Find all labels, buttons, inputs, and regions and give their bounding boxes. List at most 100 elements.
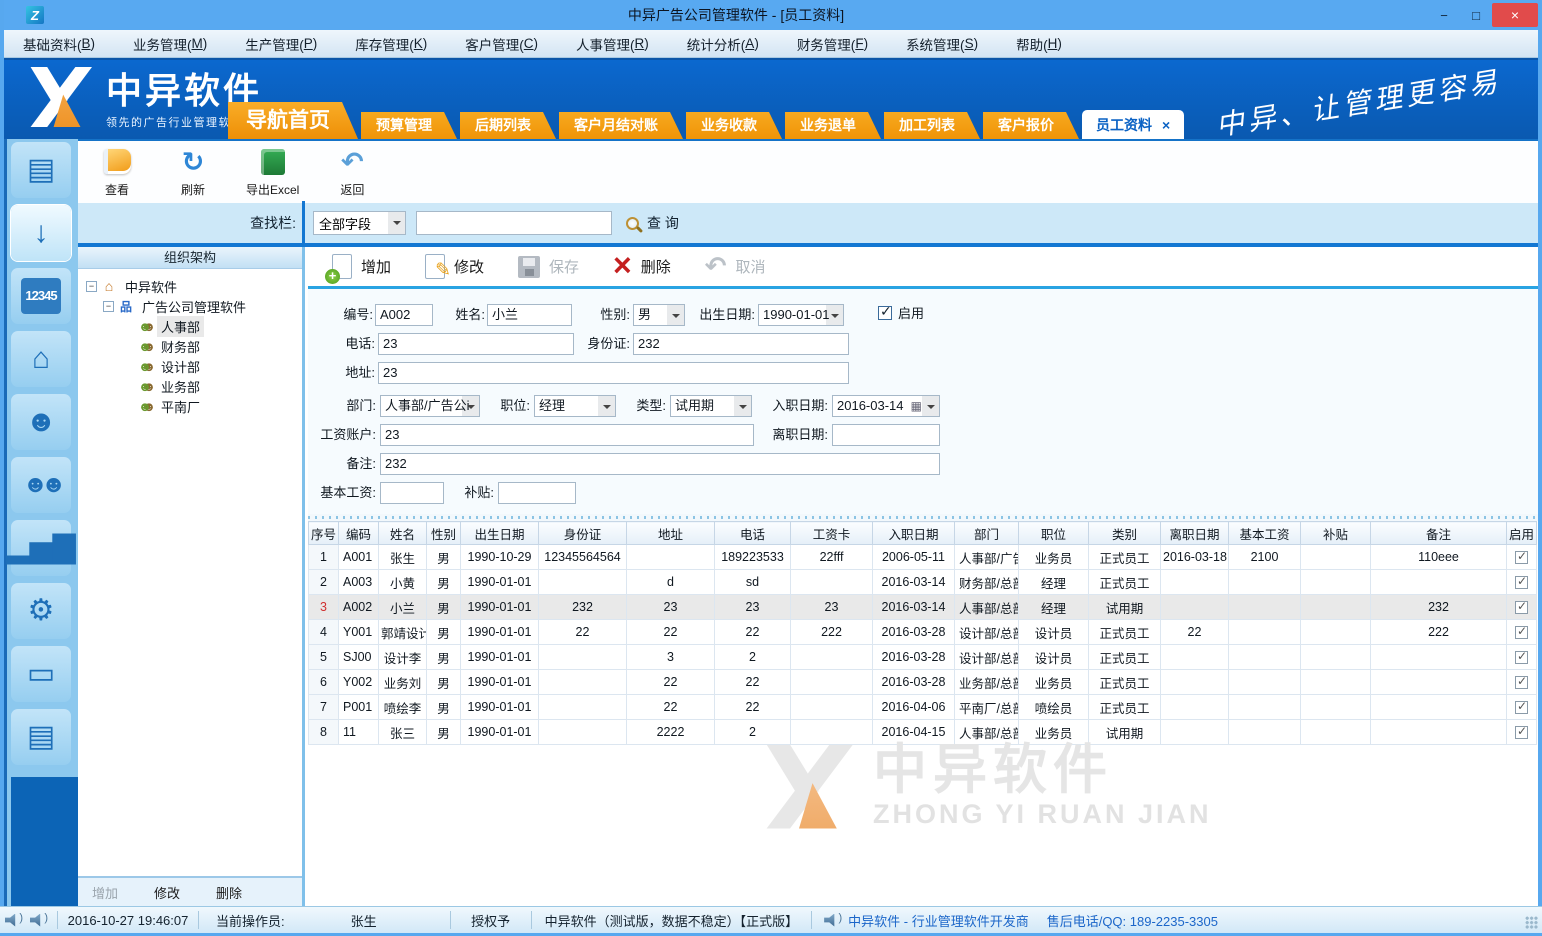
- column-header[interactable]: 电话: [715, 522, 791, 545]
- column-header[interactable]: 出生日期: [461, 522, 539, 545]
- splitter-handle[interactable]: [308, 514, 1542, 521]
- table-row[interactable]: 4Y001郭靖设计男1990-01-012222222222016-03-28设…: [309, 620, 1537, 645]
- search-field-select[interactable]: 全部字段: [313, 211, 406, 235]
- column-header[interactable]: 姓名: [379, 522, 427, 545]
- phone-field[interactable]: 23: [378, 333, 574, 355]
- tree-item[interactable]: −⌂中异软件: [78, 276, 302, 296]
- sidebar-calculator-icon[interactable]: 12345: [11, 268, 71, 324]
- idcard-field[interactable]: 232: [633, 333, 849, 355]
- menu-item[interactable]: 业务管理(M): [114, 30, 226, 57]
- sidebar-stats-chart-icon[interactable]: ▂▅▇: [11, 520, 71, 576]
- checkbox-checked-icon[interactable]: [1515, 726, 1528, 739]
- record-add-doc-button[interactable]: 增加: [332, 254, 391, 279]
- toolbar-excel-button[interactable]: 导出Excel: [246, 147, 299, 198]
- tree-footer-button[interactable]: 修改: [154, 883, 180, 902]
- menu-item[interactable]: 财务管理(F): [778, 30, 887, 57]
- tab-active[interactable]: 员工资料×: [1082, 110, 1184, 139]
- base-salary-field[interactable]: [380, 482, 444, 504]
- birth-select[interactable]: 1990-01-01: [758, 304, 844, 326]
- code-field[interactable]: A002: [375, 304, 433, 326]
- type-select[interactable]: 试用期: [670, 395, 752, 417]
- checkbox-checked-icon[interactable]: [1515, 701, 1528, 714]
- resize-grip[interactable]: [1525, 916, 1538, 929]
- menu-item[interactable]: 系统管理(S): [887, 30, 997, 57]
- table-row[interactable]: 2A003小黄男1990-01-01dsd2016-03-14财务部/总部经理正…: [309, 570, 1537, 595]
- menu-item[interactable]: 客户管理(C): [446, 30, 557, 57]
- sidebar-system-gears-icon[interactable]: ⚙: [11, 583, 71, 639]
- column-header[interactable]: 类别: [1089, 522, 1161, 545]
- tree-footer-button[interactable]: 删除: [216, 883, 242, 902]
- sidebar-report-clipboard-icon[interactable]: ▤: [11, 709, 71, 765]
- tree-expander-icon[interactable]: −: [86, 281, 97, 292]
- salary-account-field[interactable]: 23: [380, 424, 754, 446]
- tree-item[interactable]: ☻财务部: [78, 336, 302, 356]
- column-header[interactable]: 工资卡: [791, 522, 873, 545]
- position-select[interactable]: 经理: [534, 395, 616, 417]
- sidebar-warehouse-icon[interactable]: ⌂: [11, 331, 71, 387]
- checkbox-checked-icon[interactable]: [1515, 626, 1528, 639]
- menu-item[interactable]: 生产管理(P): [226, 30, 336, 57]
- close-button[interactable]: ×: [1492, 3, 1538, 27]
- column-header[interactable]: 地址: [627, 522, 715, 545]
- nav-tab[interactable]: 业务收款: [686, 112, 782, 139]
- column-header[interactable]: 补贴: [1301, 522, 1371, 545]
- gender-select[interactable]: 男: [633, 304, 685, 326]
- sidebar-monitor-icon[interactable]: ▭: [11, 646, 71, 702]
- maximize-button[interactable]: □: [1460, 3, 1492, 27]
- menu-item[interactable]: 统计分析(A): [668, 30, 778, 57]
- sidebar-basic-data-icon[interactable]: ▤: [11, 142, 71, 198]
- nav-tab[interactable]: 客户月结对账: [559, 112, 683, 139]
- remark-field[interactable]: 232: [380, 453, 940, 475]
- checkbox-checked-icon[interactable]: [1515, 601, 1528, 614]
- record-delete-button[interactable]: 删除: [613, 253, 671, 280]
- hiredate-picker[interactable]: 2016-03-14: [832, 395, 940, 417]
- speaker-icon[interactable]: ): [30, 914, 45, 927]
- toolbar-book-button[interactable]: 查看: [94, 147, 140, 198]
- speaker-icon[interactable]: ): [5, 914, 20, 927]
- tree-item[interactable]: −品广告公司管理软件: [78, 296, 302, 316]
- column-header[interactable]: 职位: [1019, 522, 1089, 545]
- table-row[interactable]: 5SJ00设计李男1990-01-01322016-03-28设计部/总部设计员…: [309, 645, 1537, 670]
- nav-tab[interactable]: 客户报价: [983, 112, 1079, 139]
- column-header[interactable]: 入职日期: [873, 522, 955, 545]
- menu-item[interactable]: 库存管理(K): [336, 30, 446, 57]
- table-row[interactable]: 6Y002业务刘男1990-01-0122222016-03-28业务部/总部业…: [309, 670, 1537, 695]
- table-row[interactable]: 1A001张生男1990-10-291234556456418922353322…: [309, 545, 1537, 570]
- query-button[interactable]: 查 询: [647, 213, 679, 233]
- record-edit-button[interactable]: 修改: [425, 254, 484, 279]
- sidebar-business-download-icon[interactable]: ↓: [11, 205, 71, 261]
- column-header[interactable]: 编码: [339, 522, 379, 545]
- nav-tab[interactable]: 后期列表: [460, 112, 556, 139]
- name-field[interactable]: 小兰: [487, 304, 572, 326]
- menu-item[interactable]: 帮助(H): [997, 30, 1081, 57]
- checkbox-checked-icon[interactable]: [1515, 676, 1528, 689]
- enabled-checkbox[interactable]: [878, 306, 892, 320]
- search-input[interactable]: [416, 211, 612, 235]
- tree-item[interactable]: ☻业务部: [78, 376, 302, 396]
- checkbox-checked-icon[interactable]: [1515, 576, 1528, 589]
- tree-item[interactable]: ☻人事部: [78, 316, 302, 336]
- column-header[interactable]: 离职日期: [1161, 522, 1229, 545]
- checkbox-checked-icon[interactable]: [1515, 551, 1528, 564]
- tree-item[interactable]: ☻平南厂: [78, 396, 302, 416]
- menu-item[interactable]: 人事管理(R): [557, 30, 668, 57]
- column-header[interactable]: 性别: [427, 522, 461, 545]
- nav-tab[interactable]: 预算管理: [361, 112, 457, 139]
- column-header[interactable]: 启用: [1507, 522, 1537, 545]
- allowance-field[interactable]: [498, 482, 576, 504]
- checkbox-checked-icon[interactable]: [1515, 651, 1528, 664]
- department-select[interactable]: 人事部/广告公i: [380, 395, 480, 417]
- column-header[interactable]: 基本工资: [1229, 522, 1301, 545]
- sidebar-customer-icon[interactable]: ☻: [11, 394, 71, 450]
- leavedate-field[interactable]: [832, 424, 940, 446]
- search-icon[interactable]: [626, 217, 639, 230]
- tree-item[interactable]: ☻设计部: [78, 356, 302, 376]
- contact-link[interactable]: 售后电话/QQ: 189-2235-3305: [1047, 911, 1218, 930]
- toolbar-back-button[interactable]: 返回: [329, 147, 375, 198]
- nav-tab[interactable]: 加工列表: [884, 112, 980, 139]
- nav-tab[interactable]: 业务退单: [785, 112, 881, 139]
- sidebar-hr-people-icon[interactable]: ☻☻: [11, 457, 71, 513]
- address-field[interactable]: 23: [378, 362, 849, 384]
- company-link[interactable]: 中异软件 - 行业管理软件开发商: [848, 911, 1029, 930]
- toolbar-refresh-button[interactable]: 刷新: [170, 147, 216, 198]
